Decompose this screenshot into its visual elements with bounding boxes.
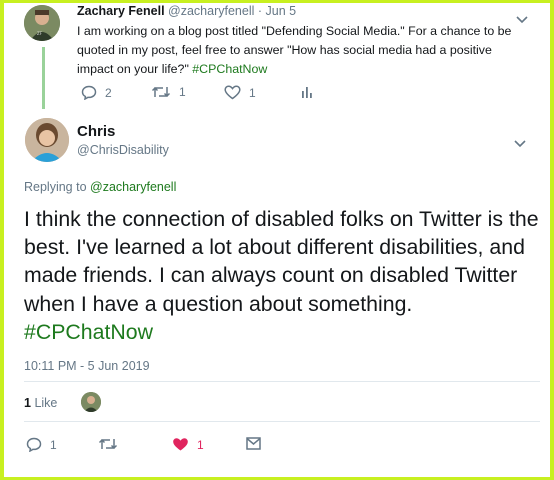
retweet-icon (98, 437, 118, 451)
like-button[interactable]: 1 (172, 437, 204, 452)
author-name[interactable]: Zachary Fenell (77, 4, 165, 18)
likes-count: 1 (24, 396, 31, 410)
replying-to: Replying to @zacharyfenell (24, 180, 176, 194)
likes-summary[interactable]: 1 Like (24, 396, 57, 410)
chevron-down-icon[interactable] (514, 135, 526, 153)
author-handle[interactable]: @ChrisDisability (77, 143, 169, 157)
retweet-button[interactable] (98, 437, 118, 451)
author-name[interactable]: Chris (77, 123, 115, 140)
direct-message-button[interactable] (246, 437, 261, 450)
hashtag-link[interactable]: #CPChatNow (192, 62, 267, 76)
liker-avatar[interactable] (81, 392, 101, 412)
like-count: 1 (249, 85, 256, 100)
avatar[interactable] (25, 118, 69, 162)
main-tweet-text: I think the connection of disabled folks… (24, 205, 539, 346)
tweet-timestamp[interactable]: 10:11 PM - 5 Jun 2019 (24, 359, 150, 373)
tweet-date[interactable]: Jun 5 (266, 4, 297, 18)
divider (24, 421, 540, 422)
retweet-count: 1 (179, 85, 186, 99)
parent-tweet-actions: 2 1 1 (77, 83, 377, 103)
thread-connector (42, 47, 45, 109)
avatar[interactable]: ZF (24, 5, 60, 41)
hashtag-link[interactable]: #CPChatNow (24, 320, 153, 344)
heart-icon (224, 85, 241, 100)
tweet-body: I think the connection of disabled folks… (24, 207, 539, 316)
svg-text:ZF: ZF (37, 31, 43, 36)
reply-count: 2 (105, 85, 112, 100)
envelope-icon (246, 437, 261, 450)
replying-to-link[interactable]: @zacharyfenell (90, 180, 176, 194)
retweet-icon (151, 85, 171, 99)
retweet-button[interactable]: 1 (151, 85, 186, 99)
separator: · (257, 4, 263, 18)
likes-label: Like (34, 396, 58, 410)
reply-icon (81, 85, 97, 100)
main-tweet-actions: 1 1 (24, 435, 324, 459)
parent-tweet-header: Zachary Fenell @zacharyfenell · Jun 5 (77, 4, 296, 18)
heart-icon (172, 437, 189, 452)
reply-icon (26, 437, 42, 452)
analytics-icon (301, 85, 313, 99)
reply-count: 1 (50, 437, 57, 452)
like-button[interactable]: 1 (224, 85, 256, 100)
replying-prefix: Replying to (24, 180, 91, 194)
tweet-thread: ZF Zachary Fenell @zacharyfenell · Jun 5… (4, 3, 550, 477)
analytics-button[interactable] (301, 85, 313, 99)
tweet-body: I am working on a blog post titled "Defe… (77, 24, 512, 76)
chevron-down-icon[interactable] (516, 11, 528, 29)
like-count: 1 (197, 437, 204, 452)
parent-tweet-text: I am working on a blog post titled "Defe… (77, 22, 517, 79)
reply-button[interactable]: 2 (81, 85, 112, 100)
divider (24, 381, 540, 382)
reply-button[interactable]: 1 (26, 437, 57, 452)
author-handle[interactable]: @zacharyfenell (168, 4, 254, 18)
